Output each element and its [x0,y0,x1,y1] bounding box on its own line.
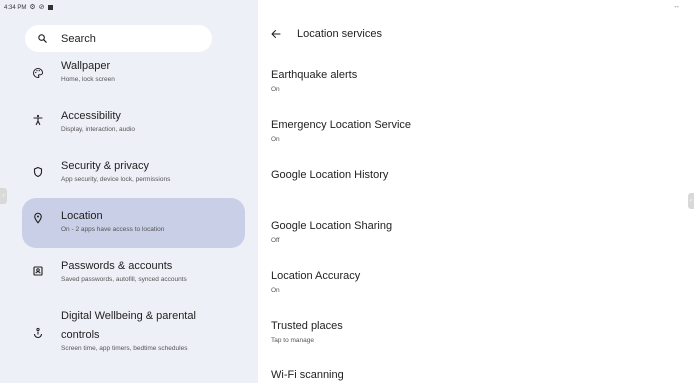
status-bar: 4:34 PM ⚙ ⊘ [0,0,694,15]
search-bar[interactable]: Search [25,25,212,52]
setting-subtitle: On [271,136,280,143]
sidebar-item-title: Location [61,210,103,222]
setting-subtitle: Off [271,237,280,244]
accessibility-icon [32,114,44,126]
sidebar-item-accessibility[interactable]: Accessibility Display, interaction, audi… [22,106,245,146]
sidebar-item-security[interactable]: Security & privacy App security, device … [22,156,245,196]
setting-title: Wi-Fi scanning [271,369,344,381]
sidebar-item-subtitle: App security, device lock, permissions [61,176,171,183]
setting-title: Location Accuracy [271,270,361,282]
sidebar-item-subtitle: Saved passwords, autofill, synced accoun… [61,276,187,283]
settings-sidebar: Search Wallpaper Home, lock screen Acces… [0,0,258,383]
do-not-disturb-icon: ⊘ [38,4,45,11]
sidebar-item-subtitle: Screen time, app timers, bedtime schedul… [61,345,188,352]
setting-title: Google Location History [271,169,389,181]
right-edge-handle[interactable]: ‹ [688,193,694,209]
back-arrow-icon[interactable] [270,28,282,40]
setting-trusted-places[interactable]: Trusted places Tap to manage [271,318,671,346]
sidebar-item-subtitle: On - 2 apps have access to location [61,226,165,233]
sidebar-item-title: Wallpaper [61,60,111,72]
setting-title: Trusted places [271,320,343,332]
palette-icon [32,67,44,79]
setting-google-location-sharing[interactable]: Google Location Sharing Off [271,218,671,246]
wellbeing-icon [32,327,44,339]
sidebar-item-title: controls [61,329,100,341]
notification-square-icon [47,5,53,10]
sidebar-item-title: Security & privacy [61,160,150,172]
sidebar-item-title: Digital Wellbeing & parental [61,310,196,322]
page-title: Location services [297,28,382,40]
setting-title: Earthquake alerts [271,69,358,81]
setting-google-location-history[interactable]: Google Location History [271,167,671,183]
sidebar-item-wallpaper[interactable]: Wallpaper Home, lock screen [22,56,245,94]
setting-title: Google Location Sharing [271,220,393,232]
sidebar-item-subtitle: Home, lock screen [61,76,115,83]
page-header: Location services [270,28,382,40]
sidebar-item-location[interactable]: Location On - 2 apps have access to loca… [22,198,245,248]
status-time: 4:34 PM [4,4,27,11]
search-icon [38,34,47,43]
sidebar-item-next-partial[interactable] [22,372,245,383]
sidebar-item-digital-wellbeing[interactable]: Digital Wellbeing & parental controls Sc… [22,306,245,362]
shield-icon [32,166,44,178]
left-edge-handle[interactable]: › [0,188,7,204]
settings-gear-icon: ⚙ [29,4,36,11]
setting-emergency-location-service[interactable]: Emergency Location Service On [271,117,671,145]
setting-location-accuracy[interactable]: Location Accuracy On [271,268,671,296]
setting-wifi-scanning[interactable]: Wi-Fi scanning [271,367,671,383]
setting-title: Emergency Location Service [271,119,412,131]
sidebar-item-title: Passwords & accounts [61,260,173,272]
setting-subtitle: Tap to manage [271,337,315,344]
setting-earthquake-alerts[interactable]: Earthquake alerts On [271,67,671,95]
sidebar-item-subtitle: Display, interaction, audio [61,126,135,133]
search-label: Search [61,32,96,45]
account-box-icon [32,265,44,277]
location-pin-icon [32,212,44,224]
location-services-panel: Location services Earthquake alerts On E… [258,0,694,383]
sidebar-item-title: Accessibility [61,110,121,122]
setting-subtitle: On [271,86,280,93]
sidebar-item-passwords-accounts[interactable]: Passwords & accounts Saved passwords, au… [22,256,245,296]
setting-subtitle: On [271,287,280,294]
